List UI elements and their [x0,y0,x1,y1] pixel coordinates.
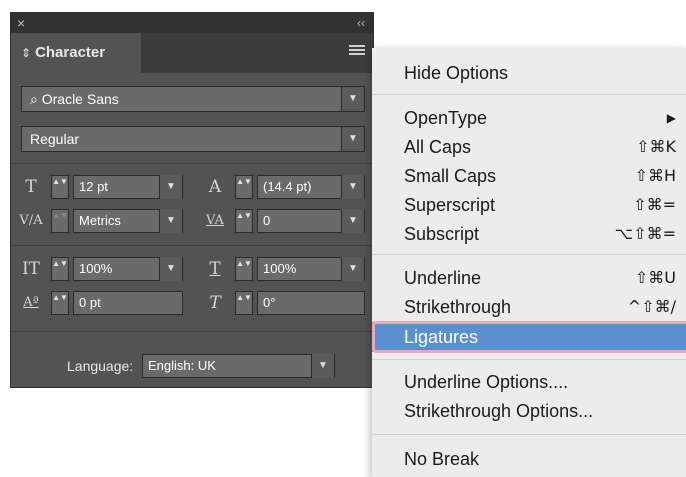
character-panel: × ‹‹ ⇕ Character ⌕ Oracle Sans ▼ Regular … [10,12,374,388]
chevron-down-icon[interactable]: ▼ [341,209,364,233]
font-style-dropdown[interactable]: Regular ▼ [21,126,365,152]
tab-character-label: Character [35,44,106,61]
chevron-down-icon[interactable]: ▼ [341,127,364,151]
menu-item-label: Small Caps [404,166,497,186]
tracking-value: 0 [263,213,271,228]
font-family-dropdown[interactable]: ⌕ Oracle Sans ▼ [21,86,365,112]
leading-icon: A [208,177,222,197]
panel-title-bar: × ‹‹ [11,13,373,33]
submenu-arrow-icon: ▶ [666,111,676,125]
baseline-shift-icon: Aª [23,295,39,310]
divider [11,331,373,332]
menu-item-shortcut: ⇧⌘U [634,268,676,287]
menu-item-label: Underline Options.... [404,372,569,392]
menu-item-label: Strikethrough Options... [404,401,594,421]
menu-item-label: Superscript [404,195,496,215]
menu-item-no-break[interactable]: No Break [372,445,686,473]
skew-field[interactable]: 0° [257,291,365,315]
chevron-down-icon[interactable]: ▼ [341,87,364,111]
skew-icon: T [209,293,221,313]
baseline-shift-stepper[interactable]: ▲▼ [51,291,69,315]
menu-item-superscript[interactable]: Superscript ⇧⌘= [372,191,686,219]
chevron-down-icon[interactable]: ▼ [311,354,334,378]
horizontal-scale-icon: T [209,259,221,279]
tracking-icon: VA [206,213,224,228]
horizontal-scale-value: 100% [263,261,297,276]
leading-field[interactable]: (14.4 pt) ▼ [257,175,365,199]
kerning-icon: V/A [19,213,43,228]
skew-stepper[interactable]: ▲▼ [235,291,253,315]
font-size-field[interactable]: 12 pt ▼ [73,175,183,199]
menu-item-underline-options[interactable]: Underline Options.... [372,368,686,396]
menu-divider [372,359,686,360]
tracking-stepper[interactable]: ▲▼ [235,209,253,233]
baseline-shift-value: 0 pt [79,295,101,310]
chevron-down-icon[interactable]: ▼ [159,175,182,199]
menu-item-all-caps[interactable]: All Caps ⇧⌘K [372,133,686,161]
chevron-down-icon[interactable]: ▼ [159,257,182,281]
menu-item-small-caps[interactable]: Small Caps ⇧⌘H [372,162,686,190]
tab-character[interactable]: ⇕ Character [11,33,141,73]
horizontal-scale-field[interactable]: 100% ▼ [257,257,365,281]
chevron-down-icon[interactable]: ▼ [159,209,182,233]
kerning-field[interactable]: Metrics ▼ [73,209,183,233]
updown-icon: ⇕ [21,46,32,60]
font-size-stepper[interactable]: ▲▼ [51,175,69,199]
baseline-shift-field[interactable]: 0 pt [73,291,183,315]
menu-item-label: OpenType [404,108,488,128]
menu-item-shortcut: ⇧⌘= [633,195,676,214]
vertical-scale-icon: IT [21,259,41,279]
tracking-field[interactable]: 0 ▼ [257,209,365,233]
menu-item-label: All Caps [404,137,472,157]
kerning-value: Metrics [79,213,121,228]
menu-divider [372,94,686,95]
font-size-value: 12 pt [79,179,108,194]
character-panel-menu: Hide Options OpenType ▶ All Caps ⇧⌘K Sma… [372,48,686,477]
font-family-value: ⌕ Oracle Sans [30,91,119,107]
menu-item-strikethrough[interactable]: Strikethrough ^⇧⌘/ [372,293,686,321]
highlight-outline [372,321,686,353]
panel-tab-strip: ⇕ Character [11,33,373,73]
horizontal-scale-stepper[interactable]: ▲▼ [235,257,253,281]
menu-divider [372,434,686,435]
leading-stepper[interactable]: ▲▼ [235,175,253,199]
language-label: Language: [67,358,134,374]
chevron-down-icon[interactable]: ▼ [341,175,364,199]
close-icon[interactable]: × [17,14,25,32]
kerning-stepper[interactable]: ▲▼ [51,209,69,233]
menu-item-label: Underline [404,268,482,288]
menu-item-hide-options[interactable]: Hide Options [372,59,686,87]
menu-item-shortcut: ⌥⇧⌘= [614,224,676,243]
vertical-scale-value: 100% [79,261,113,276]
skew-value: 0° [263,295,276,310]
panel-menu-icon[interactable] [349,45,365,59]
collapse-icon[interactable]: ‹‹ [357,14,365,32]
leading-value: (14.4 pt) [263,179,312,194]
menu-item-strikethrough-options[interactable]: Strikethrough Options... [372,397,686,425]
language-value: English: UK [148,358,216,373]
menu-divider [372,254,686,255]
chevron-down-icon[interactable]: ▼ [341,257,364,281]
vertical-scale-stepper[interactable]: ▲▼ [51,257,69,281]
menu-item-label: Strikethrough [404,297,512,317]
search-icon: ⌕ [30,91,38,107]
menu-item-shortcut: ⇧⌘K [636,137,676,156]
divider [11,245,373,246]
menu-item-underline[interactable]: Underline ⇧⌘U [372,264,686,292]
divider [11,163,373,164]
font-size-icon: T [25,177,37,197]
vertical-scale-field[interactable]: 100% ▼ [73,257,183,281]
menu-item-shortcut: ⇧⌘H [634,166,676,185]
menu-item-shortcut: ^⇧⌘/ [627,297,676,316]
menu-item-opentype[interactable]: OpenType ▶ [372,104,686,132]
font-style-value: Regular [30,131,80,147]
menu-item-label: Hide Options [404,63,509,83]
menu-item-label: Subscript [404,224,480,244]
menu-item-subscript[interactable]: Subscript ⌥⇧⌘= [372,220,686,248]
menu-item-label: No Break [404,449,480,469]
language-dropdown[interactable]: English: UK ▼ [142,354,335,378]
